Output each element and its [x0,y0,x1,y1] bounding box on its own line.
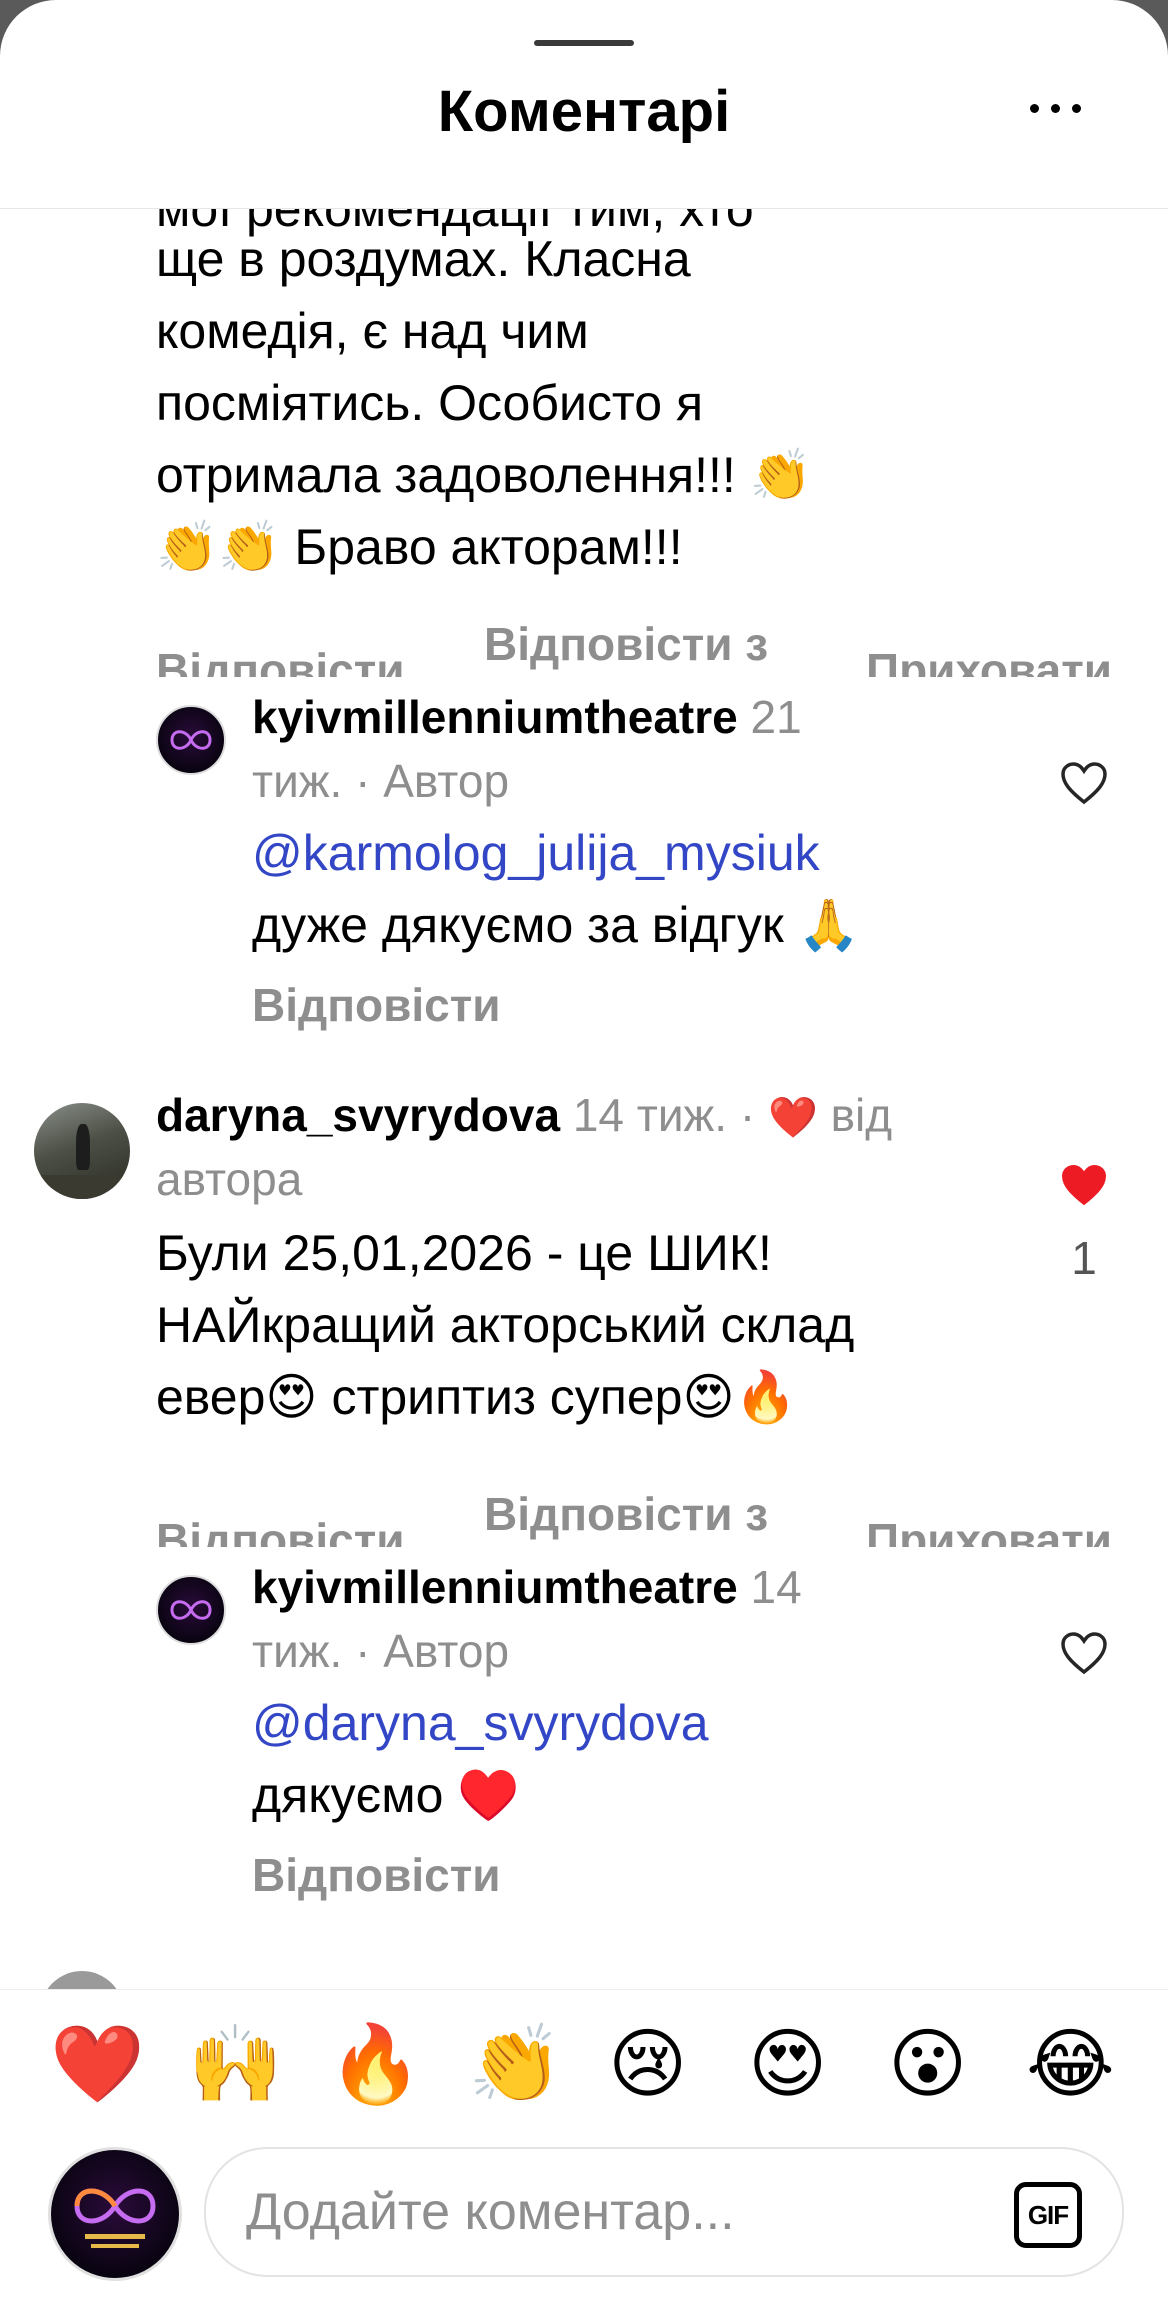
comment-text-line: отримала задоволення!!! 👏 [156,447,812,503]
avatar[interactable] [34,1103,130,1199]
emoji-fire-button[interactable]: 🔥 [328,2020,423,2110]
reply-button[interactable]: Відповісти [156,637,405,677]
emoji-laugh-button[interactable]: 😂 [1026,2020,1115,2110]
mention-link[interactable]: @karmolog_julija_mysiuk [252,817,820,889]
reply-time: 21 [750,691,802,743]
comment-text-line: ще в роздумах. Класна [156,231,691,287]
liked-by-author-label: від [830,1089,893,1141]
comment-input[interactable] [244,2173,948,2251]
gif-button[interactable]: GIF [1014,2182,1082,2248]
comment-text-line: НАЙкращий акторський склад [156,1297,855,1353]
comment-meta: daryna_svyrydova 14 тиж. · ❤️ від [156,1083,1016,1150]
reply-meta: kyivmillenniumtheatre 21 [252,685,892,749]
avatar[interactable] [156,705,226,775]
like-heart-icon[interactable] [1060,761,1108,805]
drag-handle[interactable] [534,40,634,46]
more-options-icon[interactable] [1028,100,1084,116]
reply-button[interactable]: Відповісти [156,1507,405,1547]
reply-text: дуже дякуємо за відгук 🙏 [252,897,860,953]
reply-meta: kyivmillenniumtheatre 14 [252,1555,892,1619]
comment-actions: Відповісти Відповісти з Приховати [0,1481,1168,1547]
emoji-cry-button[interactable]: 😢 [608,2020,687,2110]
liked-heart-icon[interactable] [1060,1163,1108,1207]
emoji-surprised-button[interactable]: 😮 [888,2020,967,2110]
page-title: Коментарі [437,79,731,144]
like-heart-icon[interactable] [1060,1631,1108,1675]
hide-button[interactable]: Приховати [866,637,1112,677]
username-link[interactable]: daryna_svyrydova [156,1089,560,1141]
comment-input-field[interactable]: GIF [204,2147,1124,2277]
emoji-reaction-bar: ❤️ 🙌 🔥 👏 😢 😍 😮 😂 [0,1989,1168,2140]
comment-text-line: Були 25,01,2026 - це ШИК! [156,1225,772,1281]
reply-button[interactable]: Відповісти [252,1845,501,1905]
reply-time: 14 [750,1561,802,1613]
comment-actions: Відповісти Відповісти з Приховати [0,611,1168,677]
username-link[interactable]: kyivmillenniumtheatre [252,1561,738,1613]
comment-composer: GIF [0,2139,1168,2317]
reply-time-author: тиж. · Автор [252,1625,510,1677]
reply-button[interactable]: Відповісти [252,975,501,1035]
liked-by-author-label-2: автора [156,1153,303,1205]
reply-with-button[interactable]: Відповісти з [484,611,768,677]
comment-text-line: посміятись. Особисто я [156,375,704,431]
emoji-heart-button[interactable]: ❤️ [50,2020,145,2110]
username-link[interactable]: kyivmillenniumtheatre [252,691,738,743]
reply-text: дякуємо ♥️ [252,1767,520,1823]
reply-with-button[interactable]: Відповісти з [484,1481,768,1547]
emoji-raised-hands-button[interactable]: 🙌 [188,2020,283,2110]
avatar[interactable] [40,1971,124,1989]
comments-list[interactable]: мої рекомендації тим, хто ще в роздумах.… [0,209,1168,1989]
liked-by-author-heart-icon: ❤️ [767,1096,818,1140]
hide-button[interactable]: Приховати [866,1507,1112,1547]
comment-text-line: евер😍 стриптиз супер😍🔥 [156,1369,797,1425]
like-count: 1 [1071,1232,1097,1284]
comment-time: 14 тиж. · [572,1089,756,1141]
comments-sheet: Коментарі мої рекомендації тим, хто ще в… [0,0,1168,2317]
mention-link[interactable]: @daryna_svyrydova [252,1687,709,1759]
avatar[interactable] [156,1575,226,1645]
comment-text-line: комедія, є над чим [156,303,589,359]
my-avatar [48,2147,182,2281]
comment-text-line: 👏👏 Браво акторам!!! [156,519,683,575]
emoji-clap-button[interactable]: 👏 [468,2020,563,2110]
emoji-heart-eyes-button[interactable]: 😍 [748,2020,827,2110]
reply-time-author: тиж. · Автор [252,755,510,807]
